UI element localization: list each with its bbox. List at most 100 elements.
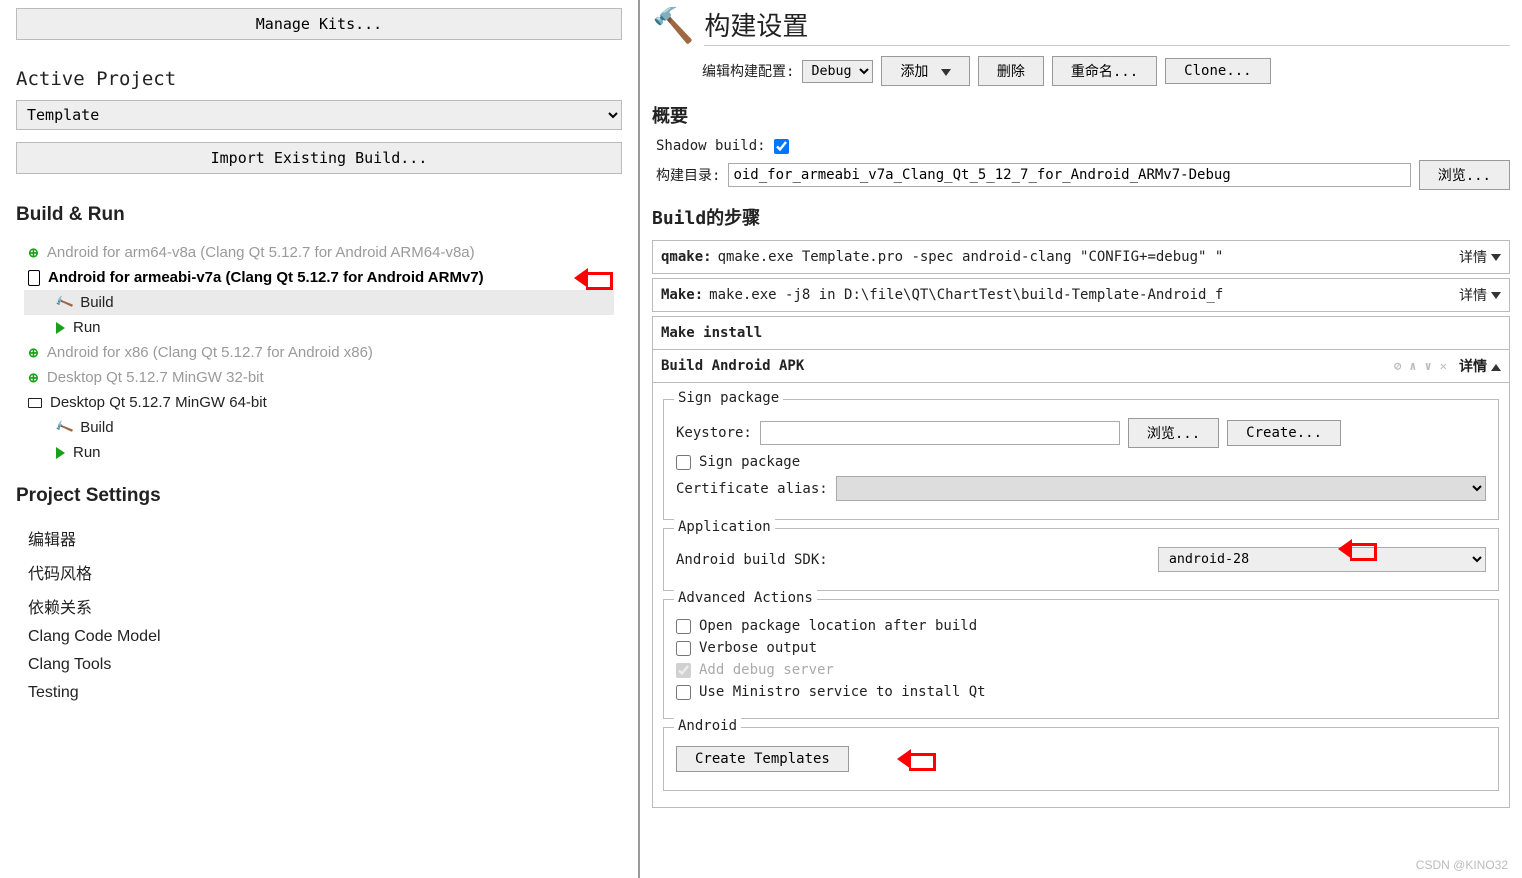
- android-legend: Android: [674, 718, 741, 734]
- up-icon[interactable]: ∧: [1409, 359, 1416, 373]
- ps-clang-code-model[interactable]: Clang Code Model: [28, 623, 610, 651]
- browse-build-dir-button[interactable]: 浏览...: [1419, 160, 1510, 190]
- sdk-label: Android build SDK:: [676, 552, 828, 568]
- kit-mingw64-run[interactable]: Run: [24, 440, 614, 465]
- advanced-actions-group: Advanced Actions Open package location a…: [663, 599, 1499, 719]
- watermark: CSDN @KINO32: [1416, 858, 1508, 872]
- sign-package-checkbox[interactable]: [676, 455, 691, 470]
- qmake-title: qmake:: [661, 249, 712, 265]
- kit-label: Desktop Qt 5.12.7 MinGW 64-bit: [50, 394, 267, 411]
- build-run-heading: Build & Run: [16, 204, 622, 226]
- apk-details-button[interactable]: 详情: [1459, 356, 1501, 376]
- edit-config-label: 编辑构建配置:: [702, 61, 794, 81]
- left-panel: Manage Kits... Active Project Template I…: [0, 0, 640, 878]
- kit-label: Android for armeabi-v7a (Clang Qt 5.12.7…: [48, 269, 484, 286]
- sub-label: Build: [80, 294, 113, 311]
- plus-icon: ⊕: [28, 345, 39, 361]
- kit-armeabi-build[interactable]: 🔨 Build: [24, 290, 614, 315]
- verbose-label: Verbose output: [699, 640, 817, 656]
- cert-alias-select[interactable]: [836, 476, 1486, 501]
- build-dir-input[interactable]: [728, 163, 1410, 187]
- sub-label: Build: [80, 419, 113, 436]
- open-after-checkbox[interactable]: [676, 619, 691, 634]
- keystore-create-button[interactable]: Create...: [1227, 420, 1341, 446]
- plus-icon: ⊕: [28, 245, 39, 261]
- build-apk-header: Build Android APK ⊘ ∧ ∨ ✕ 详情: [652, 349, 1510, 383]
- make-install-step: Make install: [652, 316, 1510, 349]
- kit-label: Android for arm64-v8a (Clang Qt 5.12.7 f…: [47, 244, 475, 261]
- ministro-label: Use Ministro service to install Qt: [699, 684, 986, 700]
- keystore-browse-button[interactable]: 浏览...: [1128, 418, 1219, 448]
- hammer-icon: 🔨: [652, 6, 694, 46]
- rename-config-button[interactable]: 重命名...: [1052, 56, 1157, 86]
- remove-icon[interactable]: ✕: [1440, 359, 1447, 373]
- manage-kits-button[interactable]: Manage Kits...: [16, 8, 622, 40]
- kit-mingw64[interactable]: Desktop Qt 5.12.7 MinGW 64-bit: [24, 390, 614, 415]
- kit-arm64-v8a[interactable]: ⊕ Android for arm64-v8a (Clang Qt 5.12.7…: [24, 240, 614, 265]
- project-settings-heading: Project Settings: [16, 485, 622, 507]
- chevron-down-icon: [941, 69, 951, 76]
- kit-armeabi-v7a[interactable]: Android for armeabi-v7a (Clang Qt 5.12.7…: [24, 265, 568, 290]
- kit-label: Android for x86 (Clang Qt 5.12.7 for And…: [47, 344, 373, 361]
- ps-clang-tools[interactable]: Clang Tools: [28, 651, 610, 679]
- hammer-icon: 🔨: [53, 417, 74, 438]
- sub-label: Run: [73, 444, 101, 461]
- open-after-label: Open package location after build: [699, 618, 977, 634]
- make-text: make.exe -j8 in D:\file\QT\ChartTest\bui…: [709, 287, 1459, 303]
- sub-label: Run: [73, 319, 101, 336]
- play-icon: [56, 447, 65, 459]
- build-apk-title: Build Android APK: [661, 358, 804, 374]
- annotation-arrow-icon: [897, 749, 937, 769]
- ministro-checkbox[interactable]: [676, 685, 691, 700]
- ps-testing[interactable]: Testing: [28, 679, 610, 707]
- keystore-label: Keystore:: [676, 425, 752, 441]
- make-title: Make:: [661, 287, 703, 303]
- build-config-select[interactable]: Debug: [802, 60, 873, 83]
- phone-icon: [28, 270, 40, 286]
- android-sdk-select[interactable]: android-28: [1158, 547, 1486, 572]
- monitor-icon: [28, 398, 42, 408]
- kit-label: Desktop Qt 5.12.7 MinGW 32-bit: [47, 369, 264, 386]
- make-step: Make: make.exe -j8 in D:\file\QT\ChartTe…: [652, 278, 1510, 312]
- kit-x86[interactable]: ⊕ Android for x86 (Clang Qt 5.12.7 for A…: [24, 340, 614, 365]
- kit-mingw64-build[interactable]: 🔨 Build: [24, 415, 614, 440]
- sign-package-checkbox-label: Sign package: [699, 454, 800, 470]
- disable-icon[interactable]: ⊘: [1394, 359, 1401, 373]
- delete-config-button[interactable]: 删除: [978, 56, 1044, 86]
- clone-config-button[interactable]: Clone...: [1165, 58, 1270, 84]
- active-project-heading: Active Project: [16, 68, 622, 90]
- sign-package-legend: Sign package: [674, 390, 783, 406]
- keystore-input[interactable]: [760, 421, 1120, 445]
- build-dir-label: 构建目录:: [656, 165, 720, 185]
- ps-codestyle[interactable]: 代码风格: [28, 555, 610, 589]
- import-build-button[interactable]: Import Existing Build...: [16, 142, 622, 174]
- annotation-arrow-icon: [574, 268, 614, 288]
- qmake-step: qmake: qmake.exe Template.pro -spec andr…: [652, 240, 1510, 274]
- android-group: Android Create Templates: [663, 727, 1499, 791]
- right-panel: 🔨 构建设置 编辑构建配置: Debug 添加 删除 重命名... Clone.…: [640, 0, 1522, 878]
- down-icon[interactable]: ∨: [1425, 359, 1432, 373]
- active-project-select[interactable]: Template: [16, 100, 622, 130]
- application-group: Application Android build SDK: android-2…: [663, 528, 1499, 591]
- application-legend: Application: [674, 519, 775, 535]
- add-debug-label: Add debug server: [699, 662, 834, 678]
- plus-icon: ⊕: [28, 370, 39, 386]
- ps-editor[interactable]: 编辑器: [28, 521, 610, 555]
- chevron-up-icon: [1491, 364, 1501, 371]
- make-details-button[interactable]: 详情: [1459, 285, 1501, 305]
- qmake-text: qmake.exe Template.pro -spec android-cla…: [718, 249, 1459, 265]
- qmake-details-button[interactable]: 详情: [1459, 247, 1501, 267]
- verbose-checkbox[interactable]: [676, 641, 691, 656]
- cert-alias-label: Certificate alias:: [676, 481, 828, 497]
- page-title: 构建设置: [704, 6, 1510, 46]
- ps-dependencies[interactable]: 依赖关系: [28, 589, 610, 623]
- shadow-build-label: Shadow build:: [656, 138, 766, 154]
- hammer-icon: 🔨: [53, 292, 74, 313]
- kit-armeabi-run[interactable]: Run: [24, 315, 614, 340]
- advanced-legend: Advanced Actions: [674, 590, 817, 606]
- build-steps-heading: Build的步骤: [652, 204, 1510, 230]
- shadow-build-checkbox[interactable]: [774, 139, 789, 154]
- add-config-button[interactable]: 添加: [881, 56, 969, 86]
- create-templates-button[interactable]: Create Templates: [676, 746, 849, 772]
- kit-mingw32[interactable]: ⊕ Desktop Qt 5.12.7 MinGW 32-bit: [24, 365, 614, 390]
